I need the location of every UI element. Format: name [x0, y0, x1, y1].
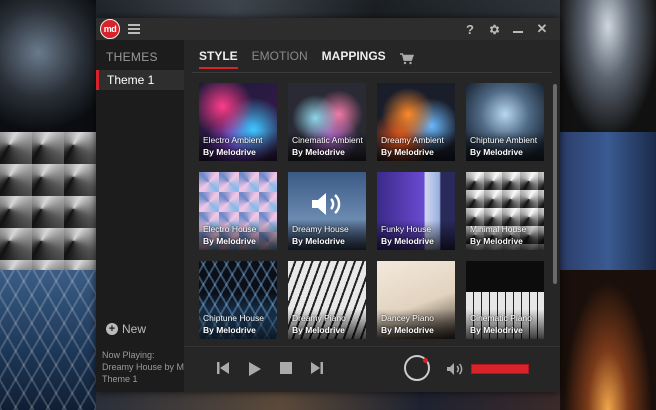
tab-mappings[interactable]: MAPPINGS	[322, 49, 386, 67]
hamburger-menu-icon[interactable]	[128, 24, 140, 34]
style-grid: Electro Ambient By Melodrive Cinematic A…	[199, 83, 544, 339]
melodrive-logo: md	[100, 19, 120, 39]
style-name: Funky House	[381, 224, 432, 234]
volume-slider[interactable]	[471, 364, 529, 374]
now-playing-track: Dreamy House by Melodrive	[102, 362, 184, 372]
themes-sidebar: THEMES Theme 1 + New	[96, 40, 184, 346]
grid-scrollbar[interactable]	[553, 84, 557, 284]
style-card-chiptune-house[interactable]: Chiptune House By Melodrive	[199, 261, 277, 339]
style-name: Electro Ambient	[203, 135, 263, 145]
style-card-cinematic-piano[interactable]: Cinematic Piano By Melodrive	[466, 261, 544, 339]
style-name: Dreamy House	[292, 224, 349, 234]
style-name: Dancey Piano	[381, 313, 434, 323]
style-card-chiptune-ambient[interactable]: Chiptune Ambient By Melodrive	[466, 83, 544, 161]
style-author: By Melodrive	[470, 236, 523, 246]
style-author: By Melodrive	[381, 147, 434, 157]
style-name: Dreamy Ambient	[381, 135, 444, 145]
minimize-button[interactable]	[506, 18, 530, 40]
main-panel: STYLE EMOTION MAPPINGS Electro Ambient B…	[184, 40, 560, 346]
themes-title: THEMES	[106, 50, 158, 64]
next-icon	[311, 362, 323, 374]
style-name: Chiptune Ambient	[470, 135, 538, 145]
volume-icon	[447, 363, 463, 375]
player-bar	[184, 346, 560, 392]
intensity-dial[interactable]	[404, 355, 430, 381]
now-playing-panel: Now Playing: Dreamy House by Melodrive T…	[96, 346, 184, 392]
bg-tile	[0, 0, 96, 132]
bg-tile	[96, 0, 560, 18]
play-button[interactable]	[247, 361, 263, 377]
style-author: By Melodrive	[292, 236, 345, 246]
style-card-dreamy-ambient[interactable]: Dreamy Ambient By Melodrive	[377, 83, 455, 161]
previous-button[interactable]	[216, 361, 232, 377]
style-author: By Melodrive	[203, 325, 256, 335]
tab-emotion[interactable]: EMOTION	[252, 49, 308, 67]
style-card-dreamy-house[interactable]: Dreamy House By Melodrive	[288, 172, 366, 250]
now-playing-theme: Theme 1	[102, 374, 138, 384]
style-author: By Melodrive	[292, 325, 345, 335]
style-name: Chiptune House	[203, 313, 264, 323]
title-bar[interactable]: md ? ✕	[96, 18, 560, 40]
style-name: Electro House	[203, 224, 257, 234]
style-card-dancey-piano[interactable]: Dancey Piano By Melodrive	[377, 261, 455, 339]
bg-tile	[96, 392, 560, 410]
minimize-icon	[513, 31, 523, 33]
style-card-electro-ambient[interactable]: Electro Ambient By Melodrive	[199, 83, 277, 161]
style-author: By Melodrive	[470, 325, 523, 335]
stop-button[interactable]	[279, 361, 295, 377]
style-card-electro-house[interactable]: Electro House By Melodrive	[199, 172, 277, 250]
bg-tile	[560, 132, 656, 270]
help-button[interactable]: ?	[458, 18, 482, 40]
style-card-funky-house[interactable]: Funky House By Melodrive	[377, 172, 455, 250]
cart-icon[interactable]	[399, 52, 414, 65]
tab-bar: STYLE EMOTION MAPPINGS	[199, 49, 414, 69]
bg-tile	[560, 0, 656, 132]
style-author: By Melodrive	[203, 236, 256, 246]
app-window: md ? ✕ THEMES Theme 1 + New Now Playing:…	[96, 18, 560, 392]
new-theme-button[interactable]: + New	[106, 322, 146, 336]
style-name: Cinematic Ambient	[292, 135, 363, 145]
dial-indicator	[423, 358, 428, 363]
style-author: By Melodrive	[381, 325, 434, 335]
style-card-dreamy-piano[interactable]: Dreamy Piano By Melodrive	[288, 261, 366, 339]
style-card-minimal-house[interactable]: Minimal House By Melodrive	[466, 172, 544, 250]
style-author: By Melodrive	[470, 147, 523, 157]
settings-gear-icon[interactable]	[482, 18, 506, 40]
cart-icon-svg	[399, 53, 414, 65]
style-name: Cinematic Piano	[470, 313, 532, 323]
style-card-cinematic-ambient[interactable]: Cinematic Ambient By Melodrive	[288, 83, 366, 161]
bg-tile	[0, 132, 96, 270]
style-author: By Melodrive	[203, 147, 256, 157]
previous-icon	[217, 362, 229, 374]
style-author: By Melodrive	[292, 147, 345, 157]
plus-icon: +	[106, 323, 118, 335]
close-button[interactable]: ✕	[530, 18, 554, 40]
bg-tile	[560, 270, 656, 410]
tab-style[interactable]: STYLE	[199, 49, 238, 69]
style-name: Minimal House	[470, 224, 527, 234]
stop-icon	[280, 362, 292, 374]
now-playing-label: Now Playing:	[102, 350, 155, 360]
gear-icon	[489, 24, 499, 34]
next-button[interactable]	[310, 361, 326, 377]
new-theme-label: New	[122, 322, 147, 336]
volume-button[interactable]	[446, 362, 463, 378]
sidebar-item-theme-1[interactable]: Theme 1	[96, 70, 184, 90]
play-icon	[249, 362, 261, 376]
bg-tile	[0, 270, 96, 410]
style-author: By Melodrive	[381, 236, 434, 246]
now-playing-speaker-icon	[312, 193, 341, 215]
tab-divider	[192, 72, 552, 73]
style-name: Dreamy Piano	[292, 313, 346, 323]
